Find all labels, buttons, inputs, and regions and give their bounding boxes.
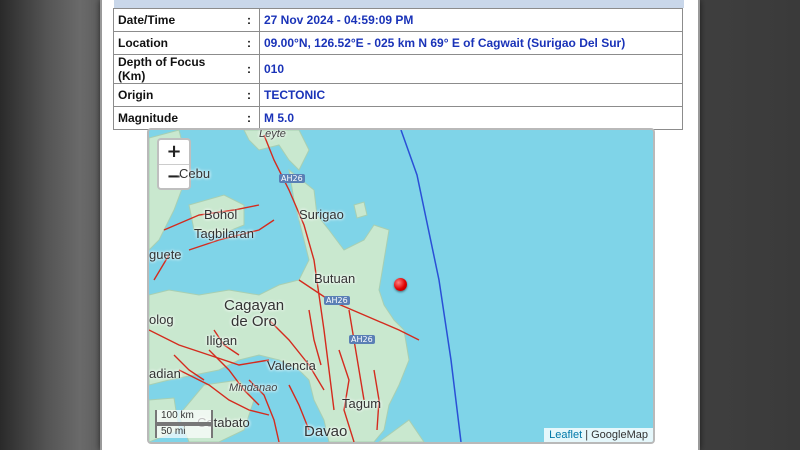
detail-label: Location [113, 31, 239, 55]
road-marker: AH26 [349, 335, 375, 344]
zoom-control: + − [157, 138, 191, 190]
map-label-valencia: Valencia [267, 358, 316, 373]
scale-mi: 50 mi [155, 424, 213, 438]
map-scale: 100 km 50 mi [155, 410, 213, 438]
detail-separator: : [239, 31, 260, 55]
map-label-mindanao: Mindanao [229, 382, 278, 394]
detail-separator: : [239, 106, 260, 130]
epicenter-marker[interactable] [394, 278, 407, 291]
map-label-adian: adian [149, 366, 181, 381]
detail-value: M 5.0 [259, 106, 683, 130]
zoom-in-button[interactable]: + [159, 140, 189, 165]
map-label-surigao: Surigao [299, 207, 344, 222]
detail-label: Depth of Focus (Km) [113, 54, 239, 84]
earthquake-details-table: Date/Time : 27 Nov 2024 - 04:59:09 PM Lo… [113, 8, 683, 130]
attribution-separator: | [582, 429, 592, 441]
map-label-bohol: Bohol [204, 207, 238, 222]
attribution-text: GoogleMap [591, 429, 648, 441]
island-1 [353, 201, 368, 219]
map-label-butuan: Butuan [314, 271, 356, 286]
detail-value: TECTONIC [259, 83, 683, 107]
leaflet-link[interactable]: Leaflet [549, 429, 582, 441]
map-label-de-oro: de Oro [231, 313, 277, 330]
detail-value: 010 [259, 54, 683, 84]
epicenter-map[interactable]: + − Leyte Cebu Bohol Tagbilaran guete Su… [147, 128, 655, 444]
map-label-davao: Davao [304, 423, 348, 440]
detail-row-location: Location : 09.00°N, 126.52°E - 025 km N … [113, 31, 683, 55]
detail-row-depth: Depth of Focus (Km) : 010 [113, 54, 683, 84]
detail-row-datetime: Date/Time : 27 Nov 2024 - 04:59:09 PM [113, 8, 683, 32]
detail-separator: : [239, 83, 260, 107]
detail-label: Date/Time [113, 8, 239, 32]
scale-km: 100 km [155, 410, 213, 424]
trench-line [400, 130, 462, 442]
detail-label: Origin [113, 83, 239, 107]
map-label-leyte: Leyte [259, 128, 286, 140]
detail-separator: : [239, 8, 260, 32]
header-strip [114, 0, 684, 8]
map-label-tagum: Tagum [342, 396, 382, 411]
detail-value: 27 Nov 2024 - 04:59:09 PM [259, 8, 683, 32]
map-attribution: Leaflet | GoogleMap [544, 428, 653, 442]
map-label-cagayan: Cagayan [224, 297, 285, 314]
road-marker: AH26 [324, 296, 350, 305]
detail-row-magnitude: Magnitude : M 5.0 [113, 106, 683, 130]
map-label-olog: olog [149, 312, 174, 327]
map-label-cebu: Cebu [179, 166, 211, 181]
detail-row-origin: Origin : TECTONIC [113, 83, 683, 107]
road-marker: AH26 [279, 174, 305, 183]
detail-separator: : [239, 54, 260, 84]
map-label-iligan: Iligan [206, 333, 238, 348]
detail-value: 09.00°N, 126.52°E - 025 km N 69° E of Ca… [259, 31, 683, 55]
map-label-guete: guete [149, 247, 182, 262]
map-label-tagbilaran: Tagbilaran [194, 226, 254, 241]
detail-label: Magnitude [113, 106, 239, 130]
